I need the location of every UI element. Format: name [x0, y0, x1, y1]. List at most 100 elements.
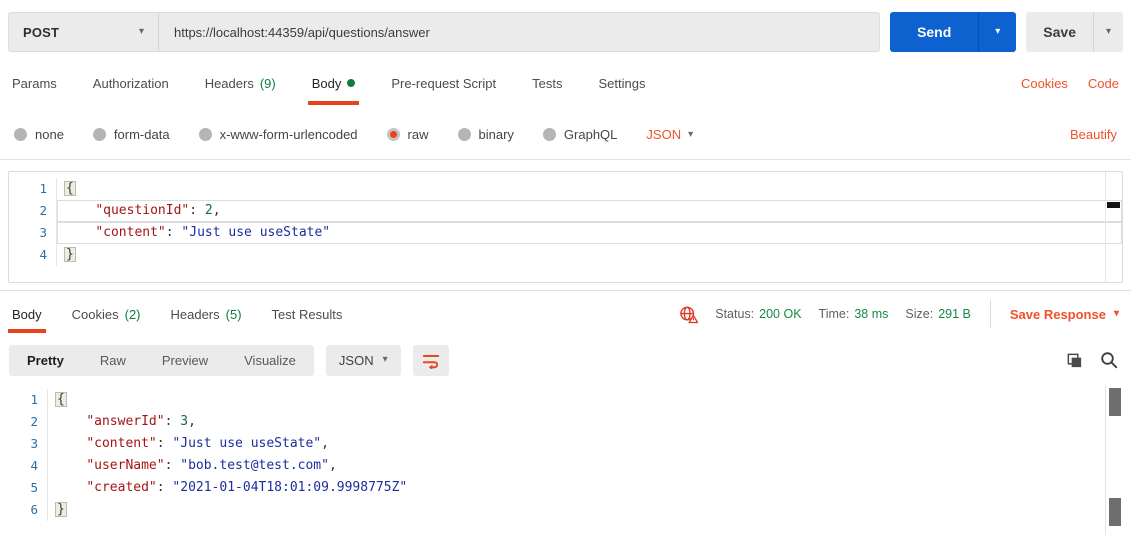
tab-settings[interactable]: Settings — [598, 56, 645, 110]
editor-scrollbar-thumb[interactable] — [1107, 202, 1120, 208]
body-type-none[interactable]: none — [14, 127, 64, 142]
line-number: 5 — [0, 477, 48, 499]
body-type-raw[interactable]: raw — [386, 127, 429, 142]
response-format-selector[interactable]: JSON ▾ — [325, 344, 401, 376]
code-line: 6} — [0, 499, 1131, 521]
tab-count: (5) — [225, 306, 242, 322]
line-number: 3 — [9, 222, 57, 244]
code-link[interactable]: Code — [1088, 76, 1119, 91]
method-selector[interactable]: POST ▾ — [9, 13, 159, 51]
response-tab-test-results[interactable]: Test Results — [272, 291, 343, 337]
wrap-lines-button[interactable] — [412, 344, 449, 376]
line-number: 4 — [0, 455, 48, 477]
code-content: "answerId": 3, — [86, 414, 196, 429]
tab-label: Headers — [170, 306, 220, 322]
code-line: 4} — [9, 244, 1122, 266]
tab-label: Authorization — [92, 75, 169, 91]
response-tabs: Body Cookies (2) Headers (5) Test Results — [8, 291, 343, 337]
status-badge: Status: 200 OK — [715, 307, 802, 321]
body-type-form-data[interactable]: form-data — [92, 127, 170, 142]
tab-headers[interactable]: Headers (9) — [205, 56, 276, 110]
body-type-graphql[interactable]: GraphQL — [542, 127, 618, 142]
send-button[interactable]: Send — [890, 12, 978, 52]
copy-icon[interactable] — [1066, 352, 1083, 369]
code-content: } — [64, 247, 76, 262]
line-number: 4 — [9, 244, 57, 266]
tab-params[interactable]: Params — [12, 56, 57, 110]
chevron-down-icon: ▾ — [1113, 308, 1119, 319]
tab-label: Body — [311, 75, 342, 91]
view-tab-preview[interactable]: Preview — [144, 345, 226, 376]
line-number: 2 — [9, 200, 57, 222]
tab-authorization[interactable]: Authorization — [93, 56, 169, 110]
line-number: 1 — [0, 389, 48, 411]
response-tab-body[interactable]: Body — [8, 291, 46, 337]
response-format-label: JSON — [338, 352, 374, 368]
chevron-down-icon: ▾ — [138, 26, 144, 37]
view-tab-visualize[interactable]: Visualize — [226, 345, 314, 376]
code-line: 4 "userName": "bob.test@test.com", — [0, 455, 1131, 477]
radio-label: GraphQL — [563, 127, 618, 142]
divider — [989, 300, 991, 328]
time-badge: Time: 38 ms — [818, 307, 889, 321]
beautify-link[interactable]: Beautify — [1070, 127, 1117, 142]
code-line: 1{ — [0, 389, 1131, 411]
unsaved-dot-icon — [347, 79, 356, 87]
body-format-label: JSON — [646, 127, 682, 142]
response-scrollbar-track — [1105, 385, 1106, 535]
radio-icon — [14, 128, 27, 141]
view-tab-raw[interactable]: Raw — [82, 345, 144, 376]
request-bar: POST ▾ https://localhost:44359/api/quest… — [0, 0, 1131, 56]
body-type-binary[interactable]: binary — [457, 127, 514, 142]
radio-label: form-data — [113, 127, 170, 142]
cookies-link[interactable]: Cookies — [1021, 76, 1068, 91]
radio-icon — [457, 128, 471, 141]
chevron-down-icon: ▾ — [1105, 26, 1112, 37]
tab-count: (2) — [124, 306, 141, 322]
code-line: 3 "content": "Just use useState" — [9, 222, 1122, 244]
url-input[interactable]: https://localhost:44359/api/questions/an… — [159, 25, 445, 40]
radio-icon — [198, 128, 212, 141]
send-options-button[interactable]: ▾ — [978, 12, 1016, 52]
tab-label: Pre-request Script — [391, 75, 497, 91]
response-view-tabs: Pretty Raw Preview Visualize — [9, 344, 314, 376]
tab-body[interactable]: Body — [307, 56, 359, 110]
url-group: POST ▾ https://localhost:44359/api/quest… — [8, 12, 881, 52]
request-body-editor[interactable]: 1{2 "questionId": 2, 3 "content": "Just u… — [8, 171, 1123, 283]
save-response-button[interactable]: Save Response ▾ — [1010, 307, 1119, 322]
send-button-group: Send ▾ — [890, 12, 1017, 52]
radio-label: none — [35, 127, 64, 142]
code-content: "created": "2021-01-04T18:01:09.9998775Z… — [86, 480, 408, 495]
search-icon[interactable] — [1100, 351, 1118, 369]
radio-icon — [386, 128, 400, 141]
body-format-selector[interactable]: JSON ▾ — [646, 127, 693, 142]
save-options-button[interactable]: ▾ — [1093, 12, 1123, 52]
tab-label: Tests — [532, 75, 563, 91]
editor-scrollbar-track — [1105, 172, 1106, 282]
response-meta: Status: 200 OK Time: 38 ms Size: 291 B S… — [679, 300, 1119, 328]
line-number: 1 — [9, 178, 57, 200]
code-line: 1{ — [9, 178, 1122, 200]
tab-label: Body — [12, 306, 42, 322]
code-line: 2 "questionId": 2, — [9, 200, 1122, 222]
response-section: Body Cookies (2) Headers (5) Test Results Sta… — [0, 290, 1131, 535]
view-tab-pretty[interactable]: Pretty — [9, 345, 82, 376]
code-content: "content": "Just use useState" — [57, 222, 1122, 244]
tab-tests[interactable]: Tests — [532, 56, 562, 110]
network-error-icon[interactable] — [679, 305, 699, 324]
request-links: Cookies Code — [1021, 56, 1119, 110]
code-content: "content": "Just use useState", — [86, 436, 329, 451]
chevron-down-icon: ▾ — [382, 354, 388, 365]
save-button[interactable]: Save — [1026, 12, 1093, 52]
body-type-x-www-form-urlencoded[interactable]: x-www-form-urlencoded — [198, 127, 358, 142]
size-badge: Size: 291 B — [905, 307, 971, 321]
body-type-row: none form-data x-www-form-urlencoded raw bin… — [0, 110, 1131, 160]
radio-icon — [92, 128, 106, 141]
response-tab-headers[interactable]: Headers (5) — [171, 291, 242, 337]
response-scrollbar-thumb[interactable] — [1109, 388, 1121, 416]
tab-pre-request-script[interactable]: Pre-request Script — [391, 56, 496, 110]
chevron-down-icon: ▾ — [995, 26, 1001, 37]
response-tab-cookies[interactable]: Cookies (2) — [72, 291, 141, 337]
response-scrollbar-thumb[interactable] — [1109, 498, 1121, 526]
code-content: } — [55, 502, 67, 517]
